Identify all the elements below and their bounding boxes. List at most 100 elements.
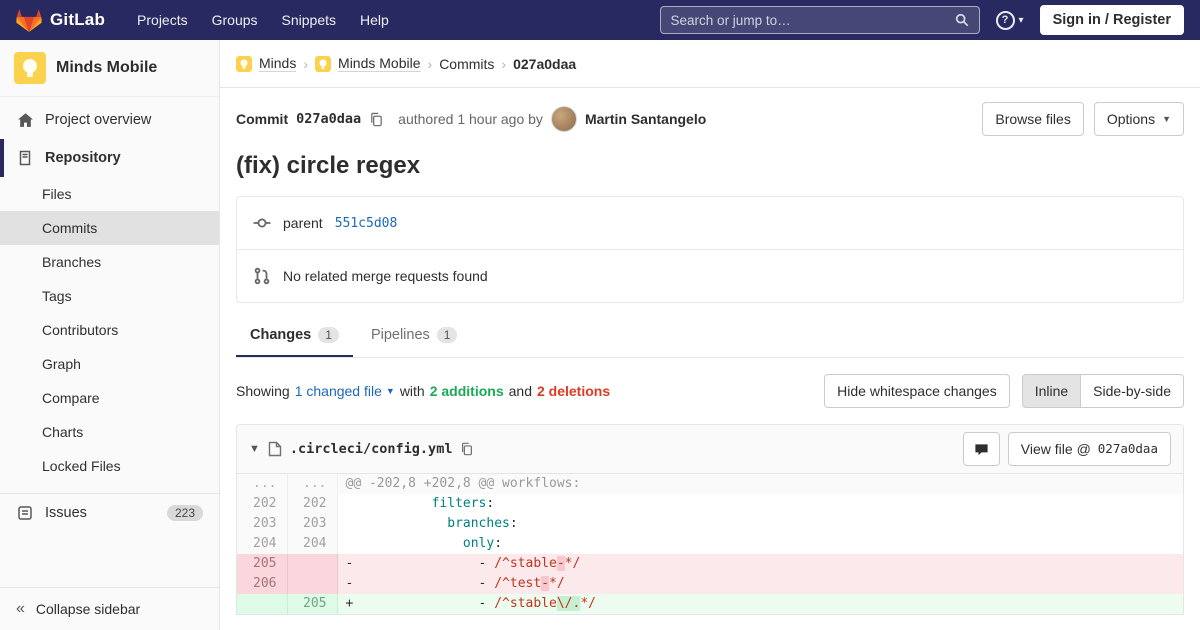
hide-whitespace-button[interactable]: Hide whitespace changes [824, 374, 1010, 408]
diff-line-del: 206 - - /^test-*/ [237, 574, 1183, 594]
sidebar-item-graph[interactable]: Graph [0, 347, 219, 381]
inline-view-button[interactable]: Inline [1021, 374, 1082, 408]
help-icon: ? [995, 10, 1015, 30]
sidebar-item-issues[interactable]: Issues 223 [0, 493, 219, 532]
search-input[interactable] [670, 12, 955, 28]
sidebar-item-compare[interactable]: Compare [0, 381, 219, 415]
new-line-number[interactable]: 205 [287, 594, 338, 614]
sidebar-item-locked-files[interactable]: Locked Files [0, 449, 219, 483]
browse-files-button[interactable]: Browse files [982, 102, 1084, 136]
collapse-diff-icon[interactable]: ▼ [249, 443, 260, 455]
sidebar-item-project-overview[interactable]: Project overview [0, 101, 219, 139]
author-avatar[interactable] [550, 106, 577, 132]
tab-changes[interactable]: Changes 1 [236, 317, 353, 357]
sidebar-item-contributors[interactable]: Contributors [0, 313, 219, 347]
author-name[interactable]: Martin Santangelo [585, 111, 706, 127]
diff-line-content: - - /^stable-*/ [337, 554, 1183, 574]
new-line-number[interactable]: 203 [287, 514, 338, 534]
old-line-number[interactable]: 204 [237, 534, 288, 554]
merge-request-icon [253, 267, 271, 285]
sign-in-button[interactable]: Sign in / Register [1039, 5, 1184, 35]
help-menu[interactable]: ? ▾ [995, 10, 1024, 30]
breadcrumb-project[interactable]: Minds Mobile [338, 55, 421, 72]
sidebar-item-label: Issues [45, 505, 87, 521]
sidebar-item-charts[interactable]: Charts [0, 415, 219, 449]
commit-tabs: Changes 1 Pipelines 1 [236, 317, 1184, 358]
diff-line-hunk: ...... @@ -202,8 +202,8 @@ workflows: [237, 474, 1183, 494]
diff-line-add: 205 + - /^stable\/.*/ [237, 594, 1183, 614]
showing-label: Showing [236, 383, 290, 399]
sidebar-item-commits[interactable]: Commits [0, 211, 219, 245]
side-by-side-view-button[interactable]: Side-by-side [1080, 374, 1184, 408]
breadcrumb-separator: › [501, 55, 507, 72]
diff-line-del: 205 - - /^stable-*/ [237, 554, 1183, 574]
new-line-number[interactable]: ... [287, 474, 338, 494]
sidebar-item-repository[interactable]: Repository [0, 139, 219, 177]
sidebar-item-tags[interactable]: Tags [0, 279, 219, 313]
related-mr-row: No related merge requests found [237, 249, 1183, 302]
new-line-number[interactable] [287, 574, 338, 594]
diff-line-content: @@ -202,8 +202,8 @@ workflows: [337, 474, 1183, 494]
old-line-number[interactable]: ... [237, 474, 288, 494]
and-label: and [508, 383, 532, 399]
project-context-header[interactable]: Minds Mobile [0, 40, 219, 97]
additions-count: 2 additions [429, 383, 504, 399]
search-box[interactable] [659, 6, 980, 34]
pipelines-count-badge: 1 [436, 327, 458, 343]
tab-pipelines[interactable]: Pipelines 1 [357, 317, 472, 357]
top-navbar: GitLab Projects Groups Snippets Help ? ▾… [0, 0, 1200, 40]
parent-label: parent [283, 215, 323, 231]
diff-line-content: filters: [431, 496, 495, 511]
repository-submenu: Files Commits Branches Tags Contributors… [0, 177, 219, 483]
diff-line-content: - - /^test-*/ [337, 574, 1183, 594]
new-line-number[interactable] [287, 554, 338, 574]
view-mode-toggle: Inline Side-by-side [1021, 374, 1184, 408]
changed-files-dropdown[interactable]: 1 changed file ▼ [295, 383, 395, 399]
parent-sha-link[interactable]: 551c5d08 [335, 216, 398, 231]
brand-name: GitLab [50, 10, 106, 29]
sidebar-item-files[interactable]: Files [0, 177, 219, 211]
copy-file-path-icon[interactable] [460, 442, 474, 456]
collapse-sidebar-button[interactable]: « Collapse sidebar [0, 587, 219, 630]
issues-count-badge: 223 [166, 505, 203, 521]
commit-actions: Browse files Options ▼ [982, 102, 1184, 136]
old-line-number[interactable]: 202 [237, 494, 288, 514]
copy-sha-icon[interactable] [369, 112, 384, 127]
diff-line-ctx: 203 203 branches: [237, 514, 1183, 534]
diff-line-content: branches: [447, 516, 518, 531]
chevron-down-icon: ▼ [385, 386, 395, 396]
view-file-button[interactable]: View file @ 027a0daa [1007, 432, 1171, 466]
deletions-count: 2 deletions [536, 383, 611, 399]
diff-file: ▼ .circleci/config.yml View file @ 027a0… [236, 424, 1184, 615]
commit-sha: 027a0daa [296, 111, 362, 127]
old-line-number[interactable]: 205 [237, 554, 288, 574]
gitlab-home-link[interactable]: GitLab [16, 8, 105, 33]
file-icon [268, 441, 282, 457]
group-avatar [236, 55, 252, 72]
nav-groups[interactable]: Groups [200, 0, 270, 40]
breadcrumb-sha: 027a0daa [513, 55, 577, 72]
home-icon [16, 111, 34, 129]
new-line-number[interactable]: 204 [287, 534, 338, 554]
old-line-number[interactable] [237, 594, 288, 614]
nav-snippets[interactable]: Snippets [270, 0, 348, 40]
sidebar-item-label: Project overview [45, 112, 152, 128]
no-related-mr-text: No related merge requests found [283, 268, 488, 284]
breadcrumb-commits[interactable]: Commits [439, 56, 494, 72]
nav-help[interactable]: Help [348, 0, 401, 40]
diff-line-content: + - /^stable\/.*/ [337, 594, 1183, 614]
diff-file-name[interactable]: .circleci/config.yml [290, 441, 453, 457]
chevron-down-icon: ▾ [1018, 14, 1024, 26]
breadcrumb-group[interactable]: Minds [259, 55, 297, 72]
diff-summary-bar: Showing 1 changed file ▼ with 2 addition… [220, 358, 1200, 424]
nav-projects[interactable]: Projects [125, 0, 200, 40]
changed-files-label: 1 changed file [294, 383, 382, 399]
sidebar-item-branches[interactable]: Branches [0, 245, 219, 279]
old-line-number[interactable]: 203 [237, 514, 288, 534]
diff-file-header: ▼ .circleci/config.yml View file @ 027a0… [237, 425, 1183, 474]
old-line-number[interactable]: 206 [237, 574, 288, 594]
options-dropdown-button[interactable]: Options ▼ [1093, 102, 1184, 136]
tanuki-logo-icon [16, 8, 42, 33]
comment-on-file-button[interactable] [962, 432, 1000, 466]
new-line-number[interactable]: 202 [287, 494, 338, 514]
